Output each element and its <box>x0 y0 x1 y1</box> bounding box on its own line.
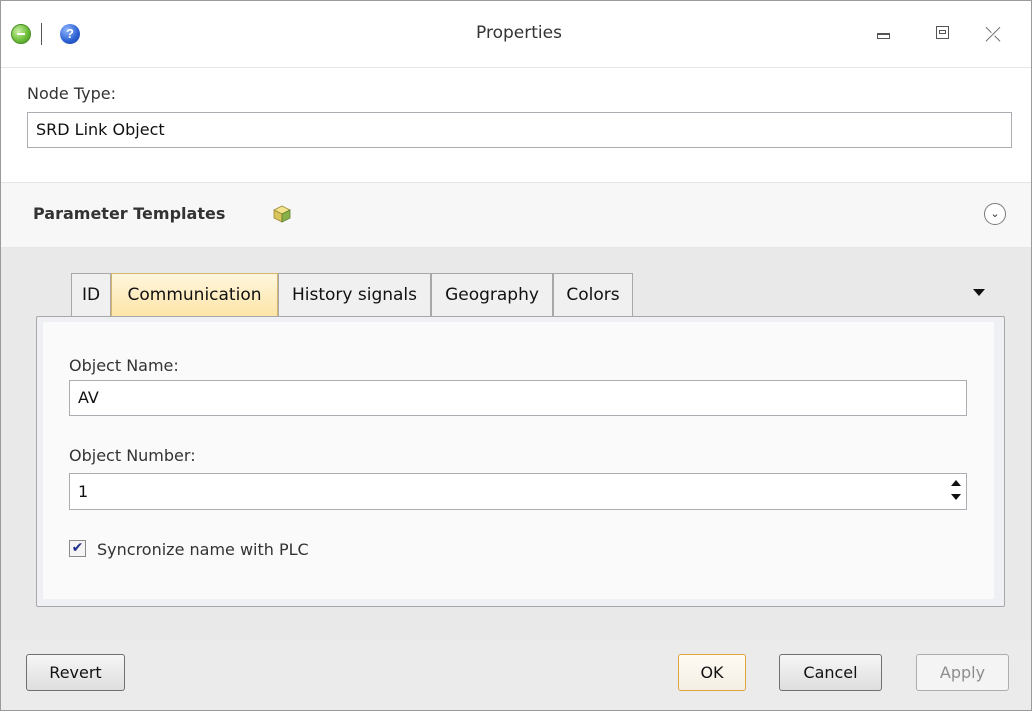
stepper-down-icon[interactable] <box>951 494 961 500</box>
title-bar: ? Properties ⤫ <box>1 1 1031 68</box>
object-name-field[interactable]: AV <box>69 380 967 416</box>
stepper-up-icon[interactable] <box>951 480 961 486</box>
cancel-button[interactable]: Cancel <box>779 654 882 691</box>
tab-id[interactable]: ID <box>71 273 111 316</box>
tab-communication[interactable]: Communication <box>111 273 278 317</box>
cube-icon <box>273 205 291 223</box>
maximize-button[interactable] <box>923 17 963 51</box>
parameter-templates-label: Parameter Templates <box>33 204 226 223</box>
stepper-arrows[interactable] <box>949 477 963 507</box>
tab-colors[interactable]: Colors <box>553 273 633 316</box>
node-type-field[interactable]: SRD Link Object <box>27 112 1012 148</box>
parameter-templates-header[interactable]: Parameter Templates ⌄ <box>1 183 1031 248</box>
tab-history-signals[interactable]: History signals <box>278 273 431 316</box>
minimize-button[interactable] <box>863 17 903 51</box>
apply-button[interactable]: Apply <box>916 654 1009 691</box>
object-number-stepper[interactable]: 1 <box>69 473 967 510</box>
properties-dialog: ? Properties ⤫ Node Type: SRD Link Objec… <box>0 0 1032 711</box>
object-number-label: Object Number: <box>69 446 196 465</box>
ok-button[interactable]: OK <box>678 654 746 691</box>
sync-name-label[interactable]: Syncronize name with PLC <box>97 540 309 559</box>
tab-overflow-dropdown[interactable] <box>973 289 985 296</box>
chevron-down-icon[interactable]: ⌄ <box>984 203 1006 225</box>
node-type-label: Node Type: <box>27 84 116 103</box>
object-name-label: Object Name: <box>69 356 179 375</box>
revert-button[interactable]: Revert <box>26 654 125 691</box>
tab-geography[interactable]: Geography <box>431 273 553 316</box>
close-button[interactable]: ⤫ <box>973 17 1013 51</box>
sync-name-checkbox[interactable]: ✔ <box>69 540 86 557</box>
